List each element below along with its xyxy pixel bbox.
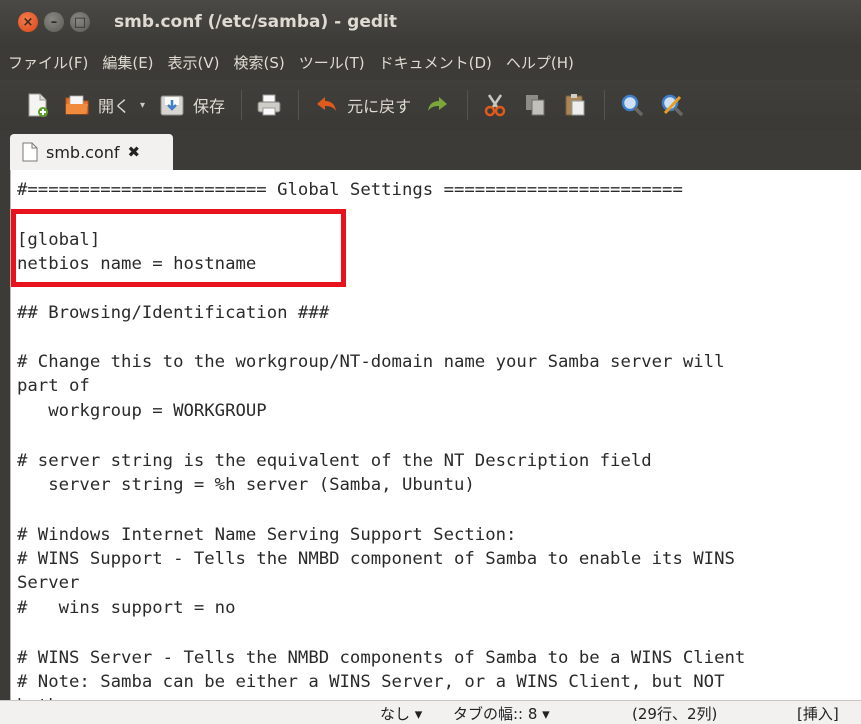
find-replace-icon [659,92,685,118]
cut-button[interactable] [482,92,508,118]
syntax-highlight-selector[interactable]: なし ▾ [380,703,422,724]
close-tab-icon[interactable]: ✖ [128,143,141,161]
new-document-icon [24,92,50,118]
editor-line: workgroup = WORKGROUP [17,401,267,421]
undo-label: 元に戻す [347,97,412,116]
copy-icon [522,92,548,118]
document-icon [22,142,38,162]
toolbar-separator [604,90,606,120]
editor-line: part of [17,376,90,396]
paste-button[interactable] [562,92,588,118]
new-document-button[interactable] [24,92,50,118]
text-editor[interactable]: #======================= Global Settings… [10,170,861,700]
editor-line: Server [17,573,80,593]
tab-bar: smb.conf ✖ [0,130,861,170]
magnifier-icon [619,92,645,118]
open-folder-icon [64,92,90,118]
undo-button[interactable]: 元に戻す [313,92,411,118]
editor-line: # wins support = no [17,598,236,618]
toolbar-separator [298,90,300,120]
editor-line: ## Browsing/Identification ### [17,303,330,323]
tab-smb-conf[interactable]: smb.conf ✖ [10,134,173,170]
replace-button[interactable] [659,92,685,118]
editor-line: # Change this to the workgroup/NT-domain… [17,352,725,372]
save-label: 保存 [193,97,226,116]
find-button[interactable] [619,92,645,118]
menu-edit[interactable]: 編集(E) [102,52,153,73]
menu-tools[interactable]: ツール(T) [299,52,365,73]
insert-mode-indicator: [挿入] [797,705,839,723]
editor-line: # Windows Internet Name Serving Support … [17,525,517,545]
tab-width-selector[interactable]: タブの幅:: 8 ▾ [453,703,550,724]
open-button[interactable]: 開く ▾ [64,92,145,118]
open-label: 開く [98,97,131,116]
print-button[interactable] [256,92,282,118]
editor-line: # server string is the equivalent of the… [17,451,652,471]
editor-line: # Note: Samba can be either a WINS Serve… [17,672,725,692]
toolbar-separator [467,90,469,120]
menu-help[interactable]: ヘルプ(H) [506,52,574,73]
cursor-position: (29行、2列) [632,705,718,723]
save-button[interactable]: 保存 [159,92,225,118]
highlight-annotation-box [11,209,346,287]
open-dropdown-arrow[interactable]: ▾ [140,100,145,111]
toolbar: 開く ▾ 保存 元に戻す [0,80,861,130]
editor-line: #======================= Global Settings… [17,180,683,200]
menu-bar: ファイル(F) 編集(E) 表示(V) 検索(S) ツール(T) ドキュメント(… [0,44,861,80]
menu-search[interactable]: 検索(S) [234,52,285,73]
paste-icon [562,92,588,118]
editor-line: # WINS Server - Tells the NMBD component… [17,648,746,668]
scissors-icon [482,92,508,118]
menu-file[interactable]: ファイル(F) [8,52,88,73]
minimize-window-button[interactable]: – [44,12,64,32]
tab-label: smb.conf [46,142,120,162]
undo-arrow-icon [313,92,339,118]
menu-view[interactable]: 表示(V) [168,52,220,73]
window-title: smb.conf (/etc/samba) - gedit [114,12,397,32]
toolbar-separator [241,90,243,120]
menu-documents[interactable]: ドキュメント(D) [379,52,492,73]
copy-button[interactable] [522,92,548,118]
maximize-window-button[interactable]: □ [70,12,90,32]
save-icon [159,92,185,118]
editor-line: server string = %h server (Samba, Ubuntu… [17,475,475,495]
close-window-button[interactable]: × [18,12,38,32]
redo-arrow-icon [425,92,451,118]
redo-button[interactable] [425,92,451,118]
status-bar: なし ▾ タブの幅:: 8 ▾ (29行、2列) [挿入] [0,700,861,724]
title-bar: × – □ smb.conf (/etc/samba) - gedit [0,0,861,44]
editor-line: # WINS Support - Tells the NMBD componen… [17,549,735,569]
print-icon [256,92,282,118]
